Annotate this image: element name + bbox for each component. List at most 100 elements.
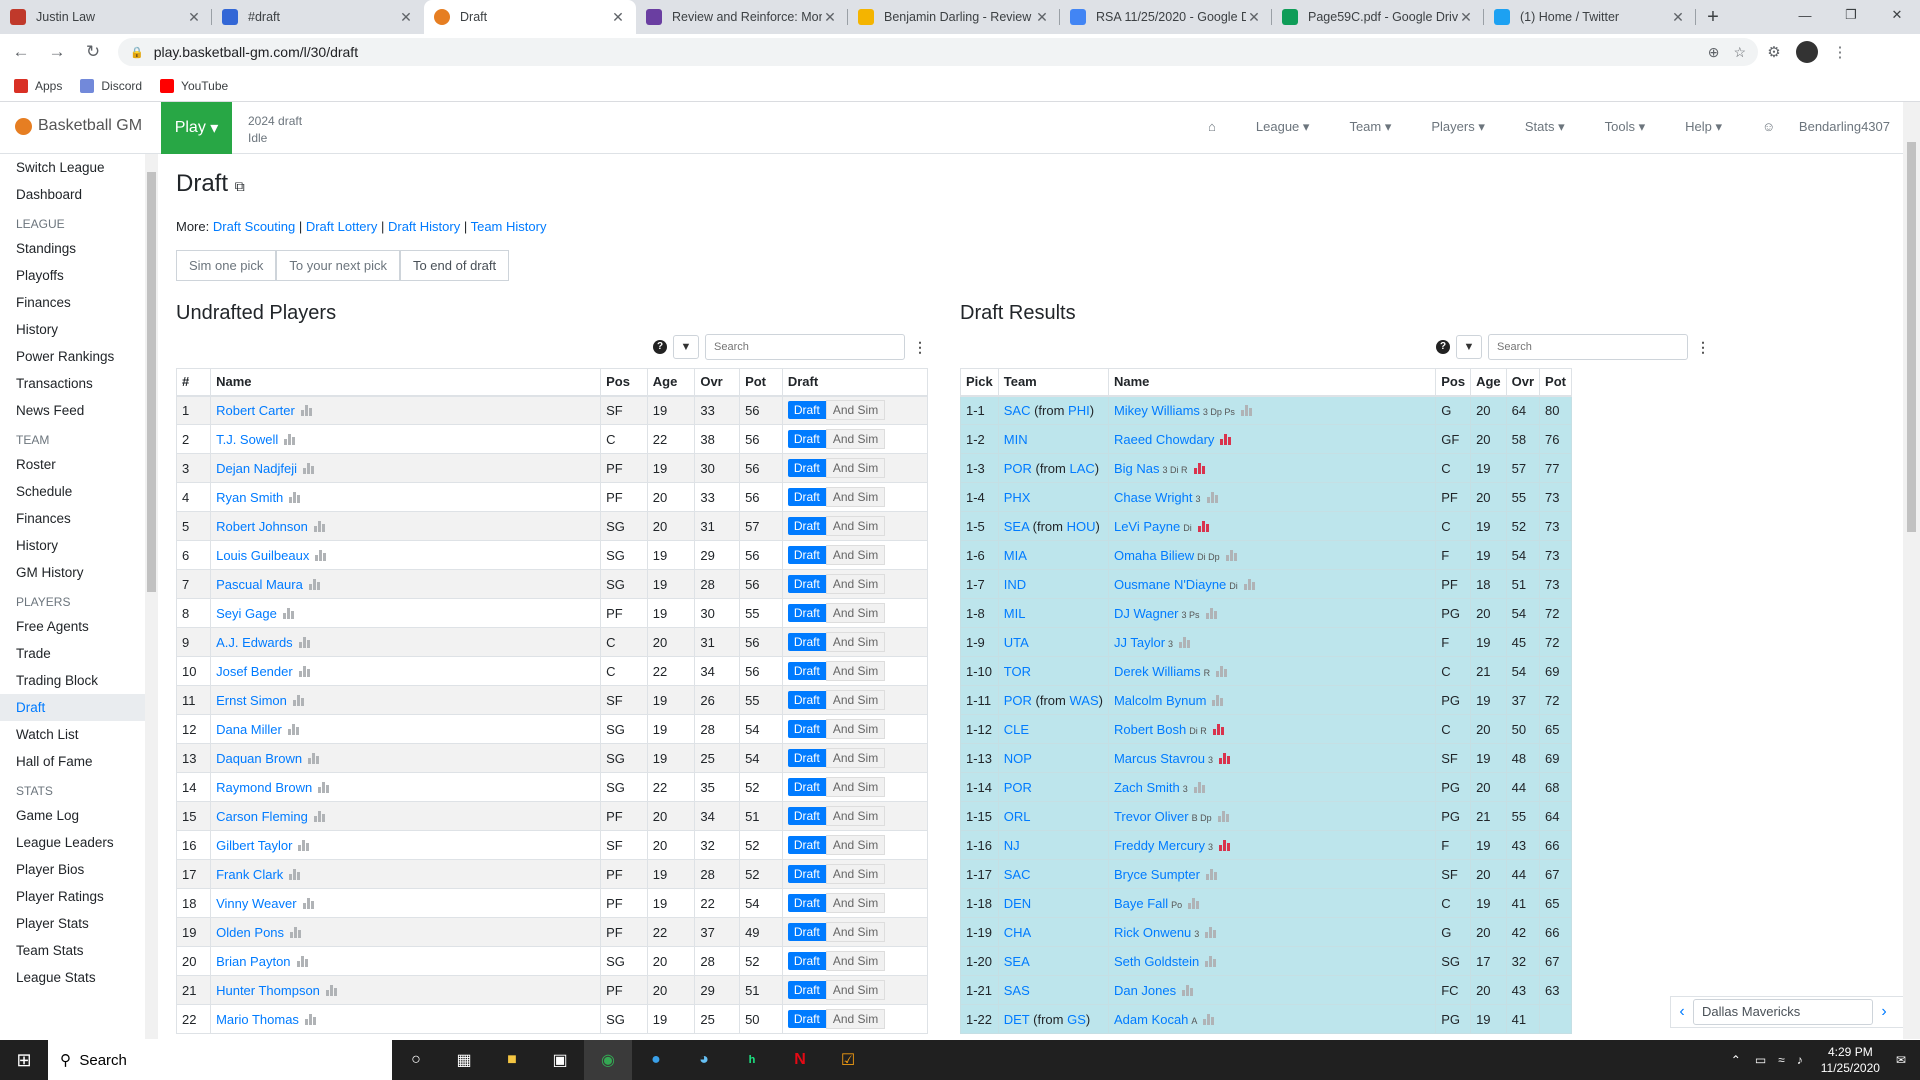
ratings-chart-icon[interactable] bbox=[302, 897, 315, 909]
ratings-chart-icon[interactable] bbox=[1225, 549, 1238, 561]
player-link[interactable]: Marcus Stavrou bbox=[1114, 751, 1205, 766]
player-link[interactable]: Ousmane N'Diayne bbox=[1114, 577, 1226, 592]
player-link[interactable]: Zach Smith bbox=[1114, 780, 1180, 795]
bookmark-apps[interactable]: Apps bbox=[14, 78, 62, 93]
scrollbar-thumb[interactable] bbox=[147, 172, 156, 592]
draft-and-sim-button[interactable]: And Sim bbox=[825, 661, 886, 681]
next-team-icon[interactable]: › bbox=[1873, 1003, 1895, 1021]
browser-tab[interactable]: Draft ✕ bbox=[424, 0, 636, 34]
team-link[interactable]: CLE bbox=[1004, 722, 1029, 737]
draft-and-sim-button[interactable]: And Sim bbox=[825, 980, 886, 1000]
more-link-draft-lottery[interactable]: Draft Lottery bbox=[306, 219, 378, 234]
tab-close-icon[interactable]: ✕ bbox=[1670, 9, 1686, 26]
player-link[interactable]: Omaha Biliew bbox=[1114, 548, 1194, 563]
sidebar-item-free-agents[interactable]: Free Agents bbox=[0, 613, 158, 640]
ratings-chart-icon[interactable] bbox=[1220, 433, 1232, 445]
ratings-chart-icon[interactable] bbox=[1193, 462, 1206, 474]
draft-and-sim-button[interactable]: And Sim bbox=[825, 893, 886, 913]
player-link[interactable]: Pascual Maura bbox=[216, 577, 303, 592]
ratings-chart-icon[interactable] bbox=[290, 926, 302, 938]
ratings-chart-icon[interactable] bbox=[1179, 636, 1191, 648]
team-link[interactable]: MIN bbox=[1004, 432, 1028, 447]
ratings-chart-icon[interactable] bbox=[282, 607, 295, 619]
help-icon[interactable]: ? bbox=[1436, 340, 1450, 354]
draft-and-sim-button[interactable]: And Sim bbox=[825, 400, 886, 421]
ratings-chart-icon[interactable] bbox=[303, 462, 315, 474]
from-team-link[interactable]: LAC bbox=[1069, 461, 1094, 476]
player-link[interactable]: Mario Thomas bbox=[216, 1012, 299, 1027]
sidebar-item-watch-list[interactable]: Watch List bbox=[0, 721, 158, 748]
browser-tab[interactable]: #draft ✕ bbox=[212, 0, 424, 34]
player-link[interactable]: Olden Pons bbox=[216, 925, 284, 940]
browser-tab[interactable]: Page59C.pdf - Google Drive ✕ bbox=[1272, 0, 1484, 34]
player-link[interactable]: Robert Johnson bbox=[216, 519, 308, 534]
ratings-chart-icon[interactable] bbox=[1197, 520, 1210, 532]
sidebar-item-dashboard[interactable]: Dashboard bbox=[0, 181, 158, 208]
draft-button[interactable]: Draft bbox=[787, 865, 826, 883]
column-header-team[interactable]: Team bbox=[997, 368, 1109, 397]
netflix-icon[interactable]: N bbox=[776, 1040, 824, 1080]
tab-close-icon[interactable]: ✕ bbox=[398, 9, 414, 26]
brand-logo[interactable]: Basketball GM bbox=[15, 117, 142, 135]
player-link[interactable]: Adam Kocah bbox=[1114, 1012, 1188, 1027]
draft-and-sim-button[interactable]: And Sim bbox=[825, 777, 886, 797]
tab-close-icon[interactable]: ✕ bbox=[822, 9, 838, 26]
from-team-link[interactable]: GS bbox=[1067, 1012, 1086, 1027]
player-link[interactable]: Seyi Gage bbox=[216, 606, 277, 621]
team-link[interactable]: ORL bbox=[1004, 809, 1031, 824]
sidebar-item-schedule[interactable]: Schedule bbox=[0, 478, 158, 505]
draft-and-sim-button[interactable]: And Sim bbox=[825, 835, 886, 855]
player-link[interactable]: Daquan Brown bbox=[216, 751, 302, 766]
more-options-icon[interactable]: ⋮ bbox=[1696, 339, 1710, 356]
team-link[interactable]: IND bbox=[1004, 577, 1026, 592]
draft-button[interactable]: Draft bbox=[787, 662, 826, 680]
draft-button[interactable]: Draft bbox=[787, 575, 826, 593]
prev-team-icon[interactable]: ‹ bbox=[1671, 1003, 1693, 1021]
draft-button[interactable]: Draft bbox=[787, 604, 826, 622]
team-link[interactable]: POR bbox=[1004, 461, 1032, 476]
browser-tab[interactable]: (1) Home / Twitter ✕ bbox=[1484, 0, 1696, 34]
ratings-chart-icon[interactable] bbox=[308, 578, 321, 590]
player-link[interactable]: Frank Clark bbox=[216, 867, 283, 882]
tab-close-icon[interactable]: ✕ bbox=[1034, 9, 1050, 26]
player-link[interactable]: Seth Goldstein bbox=[1114, 954, 1199, 969]
draft-and-sim-button[interactable]: And Sim bbox=[825, 864, 886, 884]
team-link[interactable]: DET bbox=[1004, 1012, 1030, 1027]
player-link[interactable]: Big Nas bbox=[1114, 461, 1160, 476]
user-menu[interactable]: ☺ Bendarling4307 bbox=[1742, 119, 1890, 135]
sidebar-item-hall-of-fame[interactable]: Hall of Fame bbox=[0, 748, 158, 775]
browser-tab[interactable]: Benjamin Darling - Review a ✕ bbox=[848, 0, 1060, 34]
tab-close-icon[interactable]: ✕ bbox=[610, 9, 626, 26]
player-link[interactable]: Louis Guilbeaux bbox=[216, 548, 309, 563]
draft-button[interactable]: Draft bbox=[787, 807, 826, 825]
sim-button-2[interactable]: To your next pick bbox=[276, 250, 400, 281]
ratings-chart-icon[interactable] bbox=[284, 433, 296, 445]
sidebar-item-trading-block[interactable]: Trading Block bbox=[0, 667, 158, 694]
install-icon[interactable]: ⊕ bbox=[1708, 44, 1720, 61]
sidebar-item-transactions[interactable]: Transactions bbox=[0, 370, 158, 397]
player-link[interactable]: Carson Fleming bbox=[216, 809, 308, 824]
ratings-chart-icon[interactable] bbox=[289, 868, 301, 880]
sidebar-item-switch-league[interactable]: Switch League bbox=[0, 154, 158, 181]
edge-icon[interactable]: ● bbox=[632, 1040, 680, 1080]
extensions-icon[interactable]: ⚙ bbox=[1758, 43, 1790, 61]
ratings-chart-icon[interactable] bbox=[292, 694, 305, 706]
browser-tab[interactable]: RSA 11/25/2020 - Google D ✕ bbox=[1060, 0, 1272, 34]
sim-button-1[interactable]: Sim one pick bbox=[176, 250, 277, 281]
sidebar-item-player-ratings[interactable]: Player Ratings bbox=[0, 883, 158, 910]
player-link[interactable]: Ernst Simon bbox=[216, 693, 287, 708]
draft-button[interactable]: Draft bbox=[787, 894, 826, 912]
sidebar-item-trade[interactable]: Trade bbox=[0, 640, 158, 667]
ratings-chart-icon[interactable] bbox=[1205, 868, 1218, 880]
page-scrollbar[interactable] bbox=[1903, 102, 1920, 1039]
ratings-chart-icon[interactable] bbox=[1243, 578, 1256, 590]
ratings-chart-icon[interactable] bbox=[1203, 1013, 1215, 1025]
more-options-icon[interactable]: ⋮ bbox=[913, 339, 927, 356]
from-team-link[interactable]: WAS bbox=[1069, 693, 1098, 708]
column-header-draft[interactable]: Draft bbox=[781, 368, 929, 397]
battery-icon[interactable]: ▭ bbox=[1755, 1053, 1766, 1067]
more-link-team-history[interactable]: Team History bbox=[471, 219, 547, 234]
ratings-chart-icon[interactable] bbox=[313, 810, 326, 822]
sidebar-item-gm-history[interactable]: GM History bbox=[0, 559, 158, 586]
player-link[interactable]: Josef Bender bbox=[216, 664, 293, 679]
